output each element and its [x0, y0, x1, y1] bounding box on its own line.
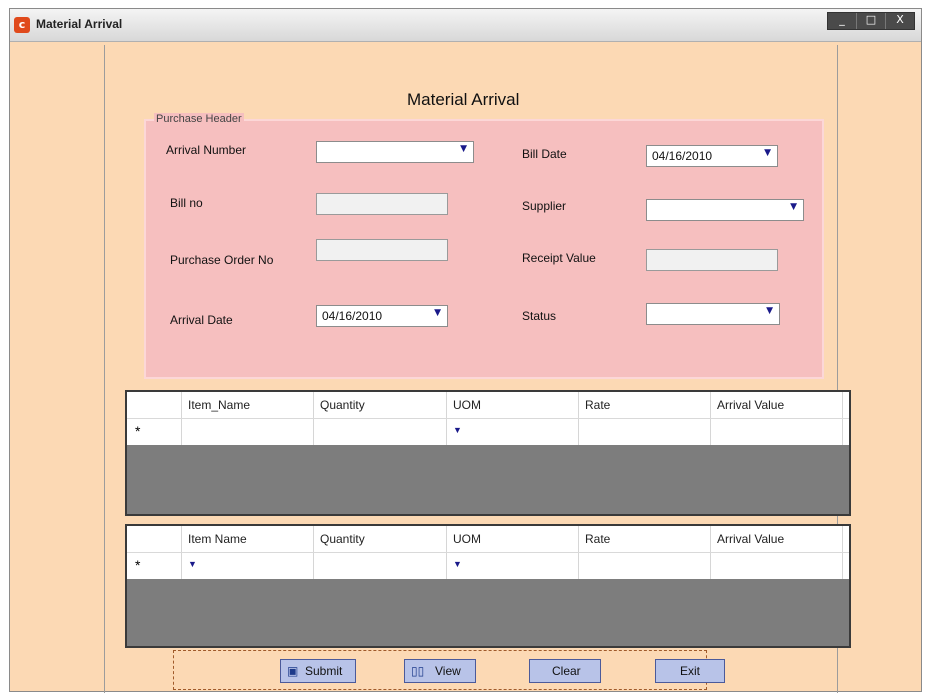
- bill-no-label: Bill no: [170, 196, 203, 210]
- column-header-uom[interactable]: UOM: [447, 392, 579, 418]
- item-name-cell[interactable]: [182, 419, 314, 445]
- button-bar: ▣ Submit ▯▯ View Clear Exit: [173, 650, 725, 690]
- column-header-uom[interactable]: UOM: [447, 526, 579, 552]
- bill-date-picker[interactable]: 04/16/2010 ▼: [646, 145, 778, 167]
- purchase-order-no-input[interactable]: [316, 239, 448, 261]
- chevron-down-icon[interactable]: ▼: [453, 559, 566, 569]
- quantity-cell[interactable]: [314, 553, 447, 579]
- row-header-cell: *: [127, 419, 182, 445]
- bill-date-label: Bill Date: [522, 147, 567, 161]
- row-header-cell: [127, 392, 182, 418]
- receipt-value-input[interactable]: [646, 249, 778, 271]
- purchase-header-group: Purchase Header Arrival Number ▼ Bill no…: [144, 113, 824, 379]
- group-label: Purchase Header: [154, 113, 244, 125]
- maximize-button[interactable]: □: [856, 13, 885, 29]
- grid-header: Item_Name Quantity UOM Rate Arrival Valu…: [127, 392, 849, 418]
- bill-date-value: 04/16/2010: [652, 149, 713, 163]
- column-header-arrival-value[interactable]: Arrival Value: [711, 392, 843, 418]
- column-header-rate[interactable]: Rate: [579, 526, 711, 552]
- purchase-order-no-label: Purchase Order No: [170, 253, 274, 267]
- form-title: Material Arrival: [407, 90, 520, 109]
- chevron-down-icon[interactable]: ▼: [188, 559, 301, 569]
- rate-cell[interactable]: [579, 553, 711, 579]
- arrival-date-picker[interactable]: 04/16/2010 ▼: [316, 305, 448, 327]
- window-title: Material Arrival: [36, 17, 123, 31]
- grid-header: Item Name Quantity UOM Rate Arrival Valu…: [127, 526, 849, 552]
- chevron-down-icon[interactable]: ▼: [764, 148, 771, 158]
- uom-cell[interactable]: ▼: [447, 419, 579, 445]
- app-icon: c: [14, 17, 30, 33]
- material-arrival-window: c Material Arrival _ □ X Material Arriva…: [9, 8, 922, 693]
- table-row[interactable]: * ▼ ▼: [127, 552, 849, 579]
- column-header-rate[interactable]: Rate: [579, 392, 711, 418]
- book-icon: ▯▯: [411, 664, 425, 678]
- supplier-label: Supplier: [522, 199, 567, 213]
- column-header-arrival-value[interactable]: Arrival Value: [711, 526, 843, 552]
- submit-button[interactable]: ▣ Submit: [280, 659, 356, 683]
- bill-no-input[interactable]: [316, 193, 448, 215]
- item-grid-1[interactable]: Item_Name Quantity UOM Rate Arrival Valu…: [125, 390, 851, 516]
- new-row-marker: *: [135, 557, 141, 573]
- status-label: Status: [522, 309, 557, 323]
- column-header-item-name[interactable]: Item Name: [182, 526, 314, 552]
- save-icon: ▣: [287, 664, 299, 678]
- form-panel: Material Arrival Purchase Header Arrival…: [104, 45, 851, 693]
- close-button[interactable]: X: [885, 13, 914, 29]
- item-grid-2[interactable]: Item Name Quantity UOM Rate Arrival Valu…: [125, 524, 851, 648]
- arrival-number-combo[interactable]: ▼: [316, 141, 474, 163]
- column-header-quantity[interactable]: Quantity: [314, 526, 447, 552]
- arrival-date-label: Arrival Date: [170, 313, 233, 327]
- clear-button[interactable]: Clear: [529, 659, 601, 683]
- uom-cell[interactable]: ▼: [447, 553, 579, 579]
- quantity-cell[interactable]: [314, 419, 447, 445]
- item-name-cell[interactable]: ▼: [182, 553, 314, 579]
- chevron-down-icon[interactable]: ▼: [766, 306, 773, 316]
- exit-button[interactable]: Exit: [655, 659, 725, 683]
- chevron-down-icon[interactable]: ▼: [460, 144, 467, 154]
- status-combo[interactable]: ▼: [646, 303, 780, 325]
- table-row[interactable]: * ▼: [127, 418, 849, 445]
- window-controls: _ □ X: [827, 12, 915, 30]
- arrival-value-cell[interactable]: [711, 553, 843, 579]
- column-header-item-name[interactable]: Item_Name: [182, 392, 314, 418]
- arrival-value-cell[interactable]: [711, 419, 843, 445]
- arrival-date-value: 04/16/2010: [322, 309, 383, 323]
- row-header-cell: [127, 526, 182, 552]
- chevron-down-icon[interactable]: ▼: [453, 425, 566, 435]
- row-header-cell: *: [127, 553, 182, 579]
- chevron-down-icon[interactable]: ▼: [434, 308, 441, 318]
- new-row-marker: *: [135, 423, 141, 439]
- column-header-quantity[interactable]: Quantity: [314, 392, 447, 418]
- title-bar[interactable]: c Material Arrival _ □ X: [10, 9, 921, 42]
- supplier-combo[interactable]: ▼: [646, 199, 804, 221]
- rate-cell[interactable]: [579, 419, 711, 445]
- receipt-value-label: Receipt Value: [522, 251, 596, 265]
- view-button[interactable]: ▯▯ View: [404, 659, 476, 683]
- minimize-button[interactable]: _: [828, 13, 856, 29]
- chevron-down-icon[interactable]: ▼: [790, 202, 797, 212]
- arrival-number-label: Arrival Number: [166, 143, 247, 157]
